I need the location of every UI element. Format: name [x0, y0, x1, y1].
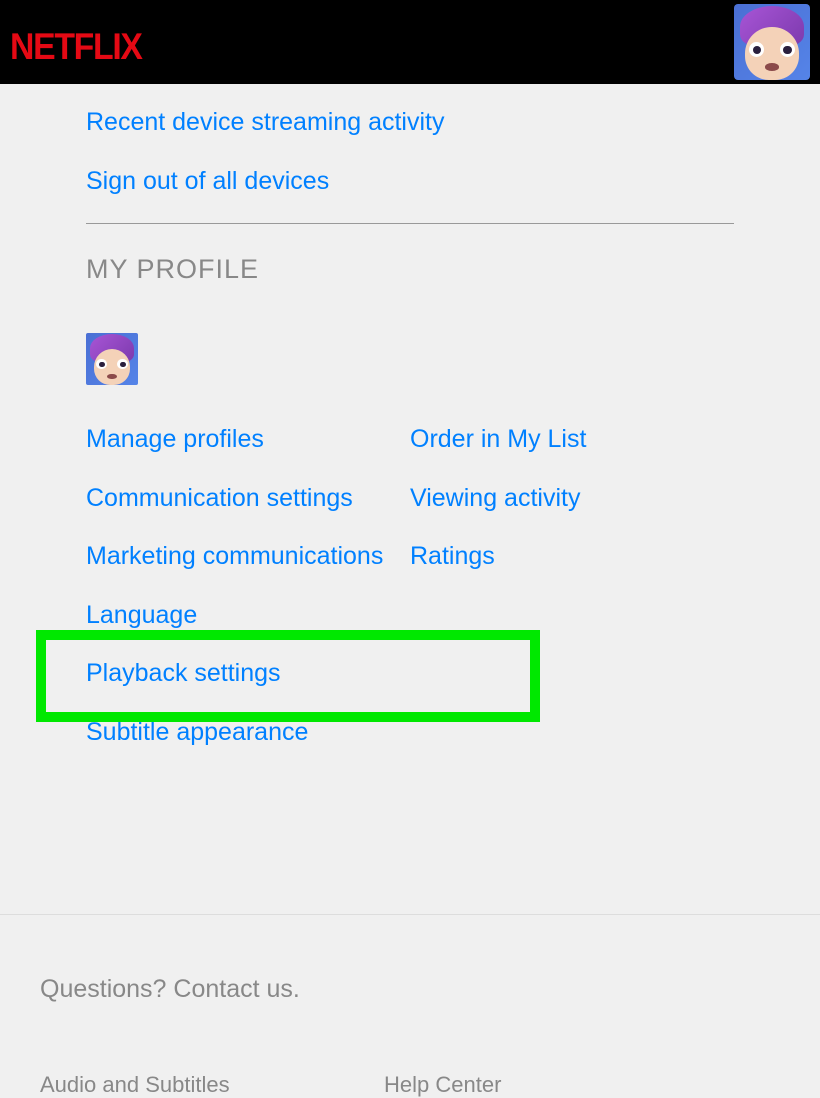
ratings-link[interactable]: Ratings [410, 540, 586, 573]
communication-settings-link[interactable]: Communication settings [86, 482, 410, 515]
language-link[interactable]: Language [86, 599, 410, 632]
header-bar: NETFLIX [0, 0, 820, 84]
viewing-activity-link[interactable]: Viewing activity [410, 482, 586, 515]
footer: Questions? Contact us. Audio and Subtitl… [0, 915, 820, 1098]
profile-links-right-column: Order in My List Viewing activity Rating… [410, 423, 586, 774]
profile-avatar-header[interactable] [734, 4, 810, 80]
my-profile-heading: MY PROFILE [86, 254, 734, 285]
sign-out-all-devices-link[interactable]: Sign out of all devices [86, 165, 734, 198]
footer-contact-text[interactable]: Questions? Contact us. [40, 975, 780, 1004]
order-my-list-link[interactable]: Order in My List [410, 423, 586, 456]
profile-links-grid: Manage profiles Communication settings M… [86, 423, 734, 774]
playback-settings-link[interactable]: Playback settings [86, 657, 410, 690]
profile-avatar-small[interactable] [86, 333, 138, 385]
recent-device-activity-link[interactable]: Recent device streaming activity [86, 106, 734, 139]
audio-subtitles-link[interactable]: Audio and Subtitles [40, 1072, 384, 1098]
subtitle-appearance-link[interactable]: Subtitle appearance [86, 716, 410, 749]
marketing-communications-link[interactable]: Marketing communications [86, 540, 410, 573]
section-divider [86, 223, 734, 224]
settings-content: Recent device streaming activity Sign ou… [0, 84, 820, 814]
netflix-logo[interactable]: NETFLIX [10, 15, 210, 69]
manage-profiles-link[interactable]: Manage profiles [86, 423, 410, 456]
help-center-link[interactable]: Help Center [384, 1072, 728, 1098]
footer-links-row: Audio and Subtitles Help Center [40, 1072, 780, 1098]
profile-links-left-column: Manage profiles Communication settings M… [86, 423, 410, 774]
svg-text:NETFLIX: NETFLIX [10, 25, 143, 67]
